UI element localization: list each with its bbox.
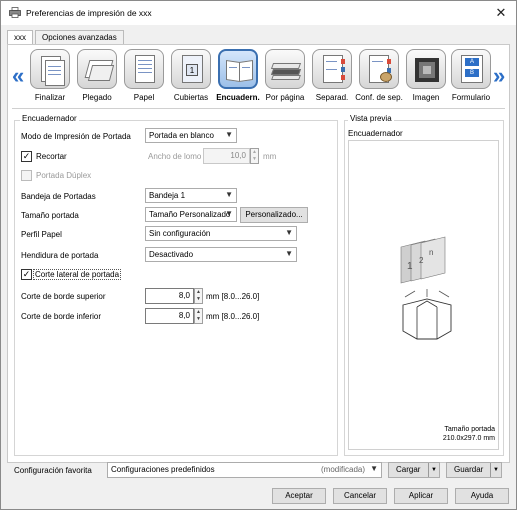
ribbon-item-separator-settings[interactable]: Conf. de sep. — [355, 49, 403, 107]
paper-profile-label: Perfil Papel — [21, 230, 62, 239]
preview-size-value: 210.0x297.0 mm — [442, 435, 495, 442]
title-bar: Preferencias de impresión de xxx ✕ — [1, 1, 516, 25]
ribbon-item-per-page[interactable]: Por página — [263, 49, 307, 107]
load-label: Cargar — [396, 465, 421, 474]
duplex-cover-label: Portada Dúplex — [36, 171, 92, 180]
finishing-icon — [30, 49, 70, 89]
spine-width-stepper[interactable]: ▲ ▼ — [250, 148, 259, 164]
per-page-icon — [265, 49, 305, 89]
top-cut-stepper[interactable]: ▲ ▼ — [194, 288, 203, 304]
side-cut-checkbox[interactable]: ✓ — [21, 269, 32, 280]
spine-width-label: Ancho de lomo — [148, 152, 202, 161]
function-ribbon: « » Finalizar Plegado Papel 1 Cubiertas … — [8, 45, 509, 108]
form-icon: A B — [451, 49, 491, 89]
ribbon-item-binding[interactable]: Encuadern. — [216, 49, 260, 107]
chevron-down-icon: ▼ — [285, 228, 293, 237]
ribbon-item-form[interactable]: A B Formulario — [449, 49, 493, 107]
window-title: Preferencias de impresión de xxx — [26, 8, 152, 18]
cover-number: 1 — [186, 64, 198, 76]
tab-xxx[interactable]: xxx — [7, 30, 33, 45]
custom-size-button[interactable]: Personalizado... — [240, 207, 308, 223]
trim-label: Recortar — [36, 152, 67, 161]
preview-size-label: Tamaño portada — [444, 426, 495, 433]
cover-tray-select[interactable]: Bandeja 1 ▼ — [145, 188, 237, 203]
cover-size-select[interactable]: Tamaño Personalizado ▼ — [145, 207, 237, 222]
cover-tray-value: Bandeja 1 — [149, 191, 186, 200]
cancel-button[interactable]: Cancelar — [333, 488, 387, 504]
duplex-cover-checkbox[interactable] — [21, 170, 32, 181]
apply-button[interactable]: Aplicar — [394, 488, 448, 504]
close-button[interactable]: ✕ — [492, 4, 510, 22]
load-button[interactable]: Cargar ▼ — [388, 462, 440, 478]
chevron-down-icon: ▼ — [370, 464, 378, 473]
save-dropdown-icon[interactable]: ▼ — [490, 463, 501, 477]
binding-icon — [218, 49, 258, 89]
preview-area: 1 2 n Tamaño portada 210.0x297.0 mm — [348, 140, 499, 450]
separator-icon — [312, 49, 352, 89]
close-icon[interactable]: ✕ — [496, 5, 507, 20]
scroll-left-icon[interactable]: « — [12, 63, 24, 89]
print-mode-label: Modo de Impresión de Portada — [21, 132, 131, 141]
cover-tray-label: Bandeja de Portadas — [21, 192, 96, 201]
preview-page-1: 1 — [407, 261, 413, 272]
ribbon-item-separator[interactable]: Separad. — [310, 49, 354, 107]
separator-settings-icon — [359, 49, 399, 89]
bottom-cut-label: Corte de borde inferior — [21, 312, 102, 321]
help-button[interactable]: Ayuda — [455, 488, 509, 504]
save-label: Guardar — [454, 465, 484, 474]
ribbon-divider — [12, 108, 505, 109]
tab-panel: « » Finalizar Plegado Papel 1 Cubiertas … — [7, 44, 510, 463]
ribbon-item-paper[interactable]: Papel — [122, 49, 166, 107]
cover-size-value: Tamaño Personalizado — [149, 210, 231, 219]
trim-checkbox[interactable]: ✓ — [21, 151, 32, 162]
ribbon-item-finishing[interactable]: Finalizar — [28, 49, 72, 107]
favorite-settings-label: Configuración favorita — [14, 466, 92, 475]
chevron-down-icon: ▼ — [225, 190, 233, 199]
modified-indicator: (modificada) — [320, 465, 365, 474]
crease-select[interactable]: Desactivado ▼ — [145, 247, 297, 262]
printing-preferences-window: Preferencias de impresión de xxx ✕ xxx O… — [0, 0, 517, 510]
chevron-down-icon: ▼ — [285, 249, 293, 258]
favorite-settings-select[interactable]: Configuraciones predefinidos (modificada… — [107, 462, 382, 478]
binding-preview-illustration: 1 2 n — [400, 236, 452, 340]
ribbon-item-covers[interactable]: 1 Cubiertas — [169, 49, 213, 107]
spine-width-input[interactable]: 10,0 — [203, 148, 250, 164]
preview-page-2: 2 — [419, 256, 424, 265]
preview-subtitle: Encuadernador — [348, 129, 403, 138]
bottom-cut-range: mm [8.0...26.0] — [206, 312, 260, 321]
top-cut-input[interactable]: 8,0 — [145, 288, 194, 304]
side-cut-label: Corte lateral de portada — [33, 269, 122, 280]
top-cut-range: mm [8.0...26.0] — [206, 292, 260, 301]
paper-icon — [124, 49, 164, 89]
paper-profile-select[interactable]: Sin configuración ▼ — [145, 226, 297, 241]
chevron-down-icon: ▼ — [225, 130, 233, 139]
scroll-right-icon[interactable]: » — [493, 63, 505, 89]
load-dropdown-icon[interactable]: ▼ — [428, 463, 439, 477]
bottom-cut-input[interactable]: 8,0 — [145, 308, 194, 324]
cover-size-label: Tamaño portada — [21, 211, 79, 220]
save-button[interactable]: Guardar ▼ — [446, 462, 502, 478]
ok-button[interactable]: Aceptar — [272, 488, 326, 504]
tab-advanced-options[interactable]: Opciones avanzadas — [35, 30, 124, 45]
folding-icon — [77, 49, 117, 89]
covers-icon: 1 — [171, 49, 211, 89]
binder-group-title: Encuadernador — [20, 114, 79, 123]
crease-label: Hendidura de portada — [21, 251, 99, 260]
print-mode-value: Portada en blanco — [149, 131, 214, 140]
preview-page-n: n — [429, 248, 433, 257]
top-cut-label: Corte de borde superior — [21, 292, 106, 301]
bottom-cut-stepper[interactable]: ▲ ▼ — [194, 308, 203, 324]
crease-value: Desactivado — [149, 250, 194, 259]
paper-profile-value: Sin configuración — [149, 229, 211, 238]
image-icon — [406, 49, 446, 89]
favorite-settings-value: Configuraciones predefinidos — [111, 465, 215, 474]
printer-icon — [9, 7, 21, 18]
chevron-down-icon: ▼ — [225, 209, 233, 218]
spine-width-unit: mm — [263, 152, 277, 161]
print-mode-select[interactable]: Portada en blanco ▼ — [145, 128, 237, 143]
preview-group-title: Vista previa — [348, 114, 394, 123]
ribbon-label: Formulario — [451, 93, 491, 102]
ribbon-item-folding[interactable]: Plegado — [75, 49, 119, 107]
